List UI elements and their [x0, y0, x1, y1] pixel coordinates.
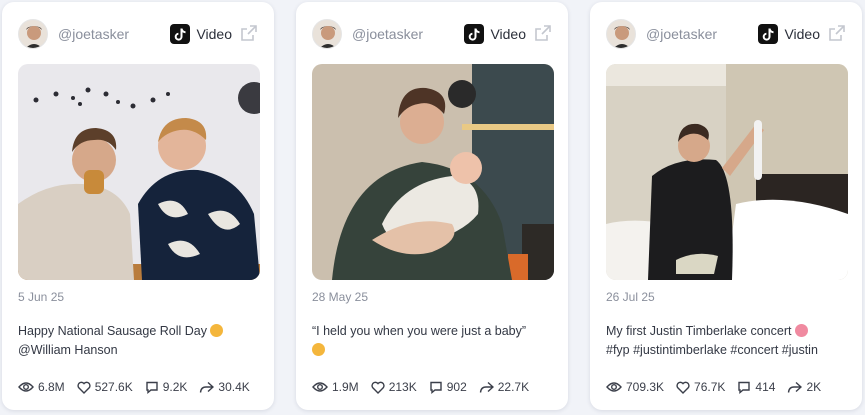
post-caption: “I held you when you were just a baby”	[312, 322, 554, 360]
video-thumbnail[interactable]	[18, 64, 260, 280]
eye-icon	[312, 382, 328, 392]
avatar[interactable]	[606, 19, 636, 49]
shares-stat: 22.7K	[479, 380, 529, 394]
external-link-icon[interactable]	[534, 24, 552, 42]
external-link-icon[interactable]	[828, 24, 846, 42]
post-date: 28 May 25	[312, 290, 369, 304]
grinning-face-emoji	[312, 343, 325, 356]
eye-icon	[18, 382, 34, 392]
heart-icon	[77, 381, 91, 394]
account-handle[interactable]: @joetasker	[646, 26, 717, 42]
share-icon	[200, 381, 215, 393]
caption-text: My first Justin Timberlake concert	[606, 324, 792, 338]
post-card[interactable]: @joetasker Video 26 Jul 25 My first Just…	[590, 2, 862, 410]
card-header: @joetasker Video	[312, 16, 552, 52]
post-caption: My first Justin Timberlake concert #fyp …	[606, 322, 848, 360]
post-card[interactable]: @joetasker Video 28 May 25 “I held you w…	[296, 2, 568, 410]
tiktok-icon	[170, 24, 190, 44]
content-type-label: Video	[196, 26, 232, 42]
comments-stat: 902	[429, 380, 467, 394]
post-date: 5 Jun 25	[18, 290, 65, 304]
card-header: @joetasker Video	[18, 16, 258, 52]
tiktok-icon	[464, 24, 484, 44]
caption-hashtags[interactable]: #fyp #justintimberlake #concert #justin	[606, 343, 818, 357]
video-thumbnail[interactable]	[312, 64, 554, 280]
heart-icon	[676, 381, 690, 394]
content-type-label: Video	[784, 26, 820, 42]
comment-icon	[738, 381, 751, 394]
caption-text: “I held you when you were just a baby”	[312, 324, 527, 338]
avatar[interactable]	[312, 19, 342, 49]
card-header: @joetasker Video	[606, 16, 846, 52]
share-icon	[788, 381, 803, 393]
heart-icon	[371, 381, 385, 394]
shares-stat: 30.4K	[199, 380, 250, 394]
share-icon	[479, 381, 494, 393]
caption-mention[interactable]: @William Hanson	[18, 343, 118, 357]
comment-icon	[430, 381, 442, 394]
post-stats: 6.8M 527.6K 9.2K 30.4K	[18, 378, 264, 396]
post-caption: Happy National Sausage Roll Day @William…	[18, 322, 260, 360]
likes-stat: 527.6K	[77, 380, 133, 394]
post-stats: 1.9M 213K 902 22.7K	[312, 378, 558, 396]
views-stat: 1.9M	[312, 380, 359, 394]
post-stats: 709.3K 76.7K 414 2K	[606, 378, 852, 396]
likes-stat: 76.7K	[676, 380, 725, 394]
hugging-face-emoji	[210, 324, 224, 337]
video-thumbnail[interactable]	[606, 64, 848, 280]
eye-icon	[606, 382, 622, 392]
comments-stat: 414	[737, 380, 775, 394]
post-date: 26 Jul 25	[606, 290, 655, 304]
views-stat: 709.3K	[606, 380, 664, 394]
likes-stat: 213K	[371, 380, 417, 394]
account-handle[interactable]: @joetasker	[352, 26, 423, 42]
comments-stat: 9.2K	[145, 380, 187, 394]
content-type-label: Video	[490, 26, 526, 42]
comment-icon	[146, 381, 158, 394]
caption-text: Happy National Sausage Roll Day	[18, 324, 207, 338]
star-struck-emoji	[794, 324, 808, 337]
external-link-icon[interactable]	[240, 24, 258, 42]
tiktok-icon	[758, 24, 778, 44]
shares-stat: 2K	[787, 380, 821, 394]
account-handle[interactable]: @joetasker	[58, 26, 129, 42]
post-card[interactable]: @joetasker Video 5 Jun 25 Happy National…	[2, 2, 274, 410]
avatar[interactable]	[18, 19, 48, 49]
views-stat: 6.8M	[18, 380, 65, 394]
